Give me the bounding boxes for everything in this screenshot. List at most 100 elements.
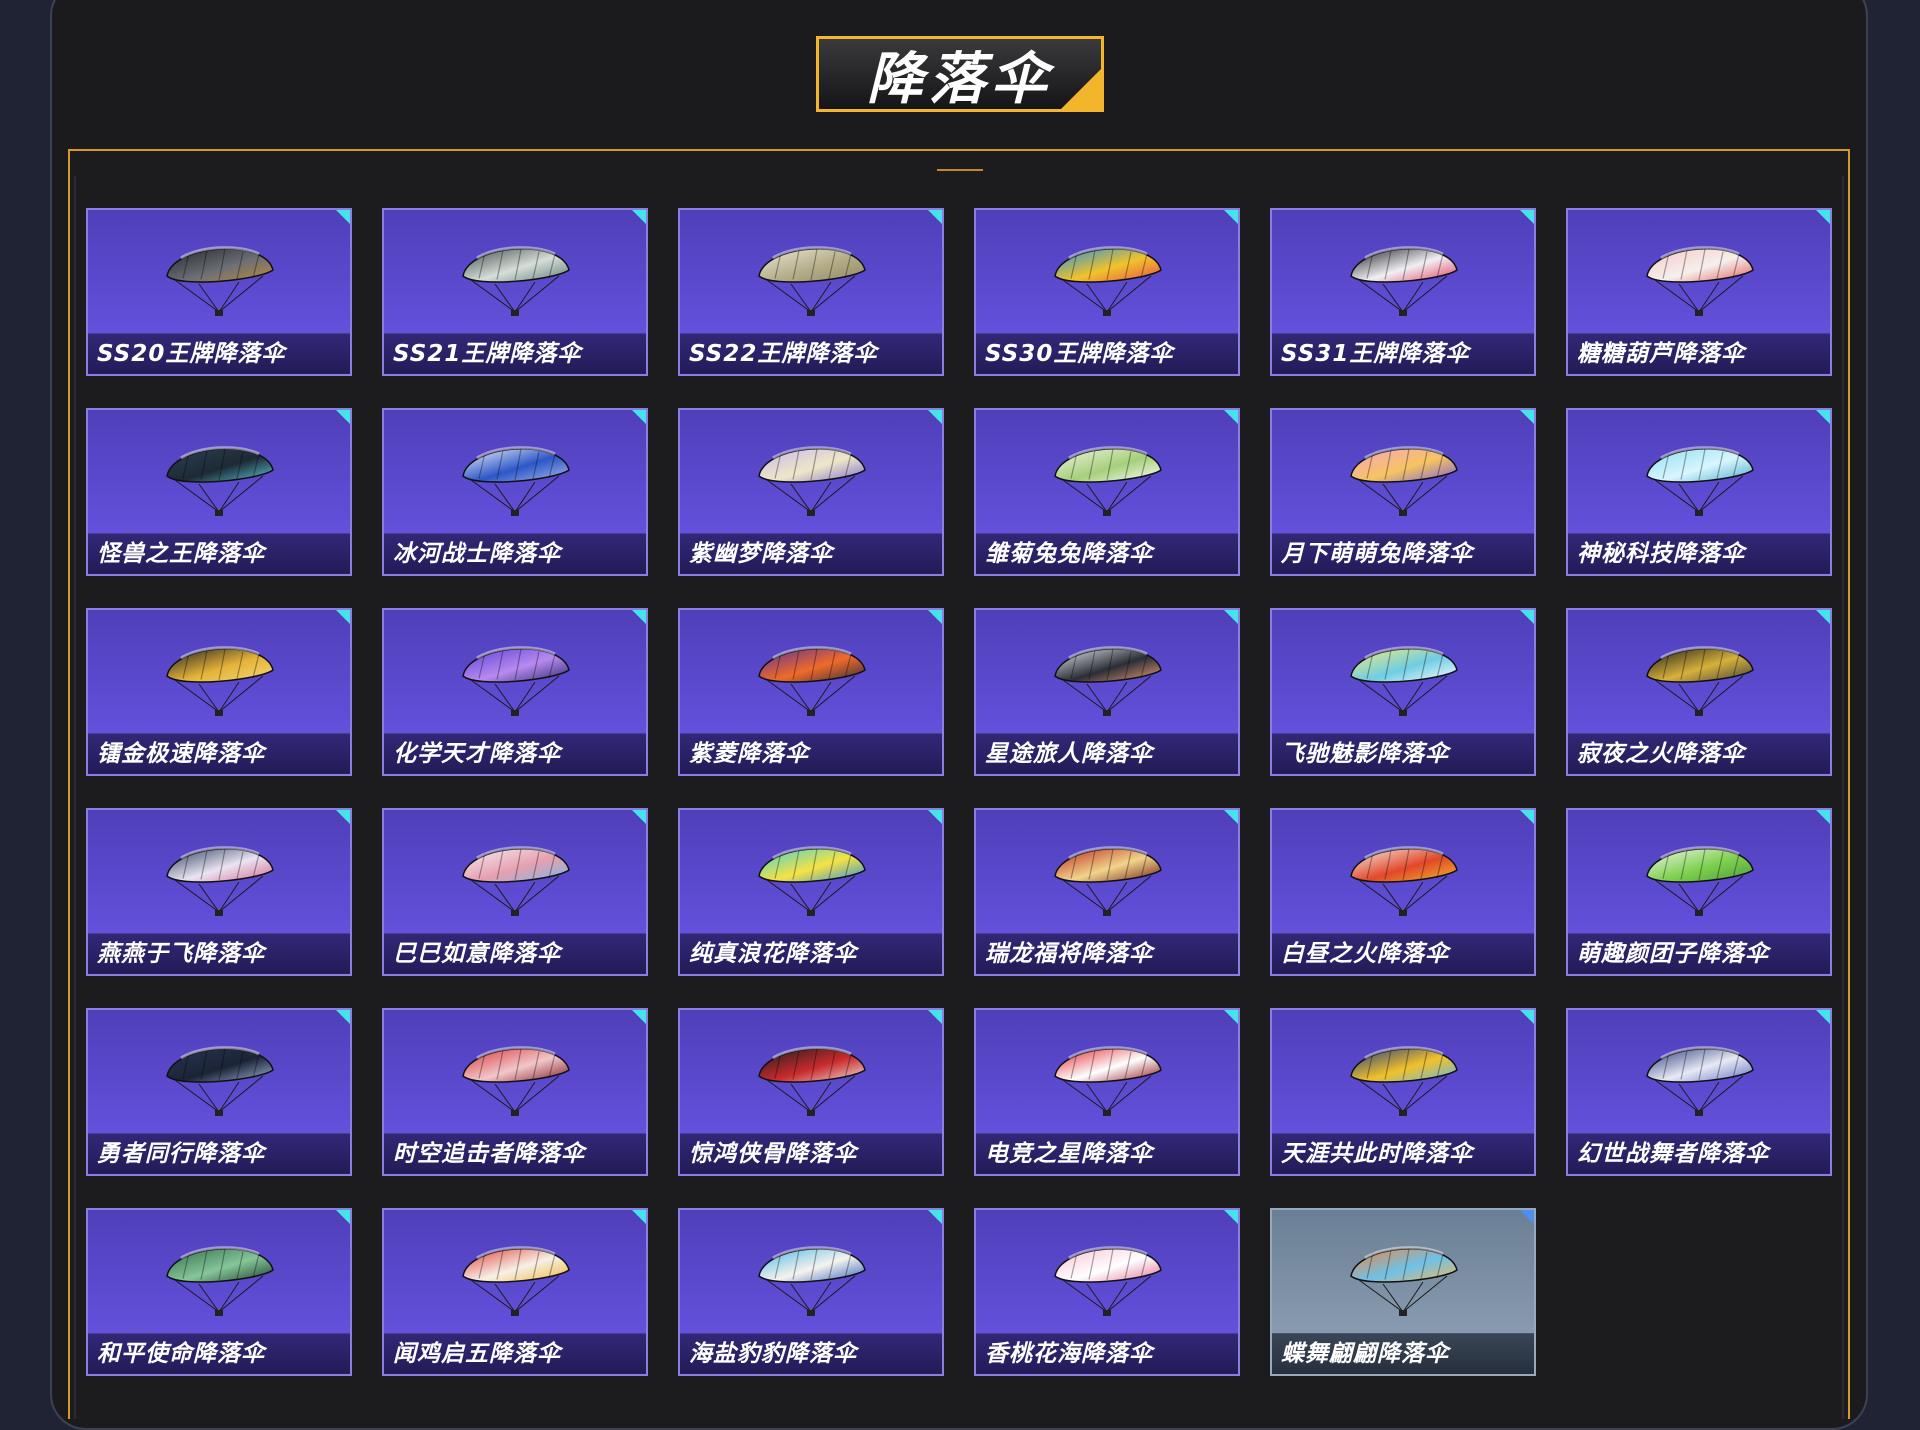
parachute-card[interactable]: 雏菊兔兔降落伞 (974, 408, 1240, 576)
parachute-card[interactable]: 天涯共此时降落伞 (1270, 1008, 1536, 1176)
parachute-icon (1054, 246, 1162, 316)
parachute-card[interactable]: 神秘科技降落伞 (1566, 408, 1832, 576)
parachute-card[interactable]: 化学天才降落伞 (382, 608, 648, 776)
rarity-corner-icon (630, 610, 646, 626)
parachute-card[interactable]: 镭金极速降落伞 (86, 608, 352, 776)
parachute-card[interactable]: 闻鸡启五降落伞 (382, 1208, 648, 1376)
item-name: 时空追击者降落伞 (393, 1141, 585, 1167)
parachute-card[interactable]: 巳巳如意降落伞 (382, 808, 648, 976)
parachute-card[interactable]: 糖糖葫芦降落伞 (1566, 208, 1832, 376)
label-underline (678, 1174, 850, 1176)
item-name: 蝶舞翩翩降落伞 (1281, 1341, 1449, 1367)
parachute-icon (1646, 446, 1754, 516)
item-name: SS30王牌降落伞 (985, 341, 1174, 367)
item-label-bar: 月下萌萌兔降落伞 (1272, 533, 1534, 574)
parachute-icon (1350, 1246, 1458, 1316)
item-label-bar: 时空追击者降落伞 (384, 1133, 646, 1174)
parachute-card[interactable]: SS21王牌降落伞 (382, 208, 648, 376)
item-name: 化学天才降落伞 (393, 741, 561, 767)
parachute-card[interactable]: SS20王牌降落伞 (86, 208, 352, 376)
parachute-icon (1054, 446, 1162, 516)
parachute-icon (758, 1246, 866, 1316)
parachute-card[interactable]: SS31王牌降落伞 (1270, 208, 1536, 376)
label-underline (678, 574, 850, 576)
parachute-card[interactable]: 电竞之星降落伞 (974, 1008, 1240, 1176)
rarity-corner-icon (630, 810, 646, 826)
parachute-card[interactable]: SS22王牌降落伞 (678, 208, 944, 376)
title-corner-accent (1059, 67, 1101, 109)
item-label-bar: 海盐豹豹降落伞 (680, 1333, 942, 1374)
label-underline (1566, 574, 1738, 576)
parachute-card[interactable]: 勇者同行降落伞 (86, 1008, 352, 1176)
parachute-card[interactable]: 冰河战士降落伞 (382, 408, 648, 576)
parachute-card[interactable]: 寂夜之火降落伞 (1566, 608, 1832, 776)
item-label-bar: 和平使命降落伞 (88, 1333, 350, 1374)
label-underline (974, 574, 1146, 576)
item-name: 萌趣颜团子降落伞 (1577, 941, 1769, 967)
item-label-bar: 幻世战舞者降落伞 (1568, 1133, 1830, 1174)
item-name: 燕燕于飞降落伞 (97, 941, 265, 967)
label-underline (86, 1174, 258, 1176)
rarity-corner-icon (1814, 410, 1830, 426)
item-label-bar: 蝶舞翩翩降落伞 (1272, 1333, 1534, 1374)
parachute-card[interactable]: 惊鸿侠骨降落伞 (678, 1008, 944, 1176)
parachute-icon (1350, 846, 1458, 916)
parachute-card[interactable]: 幻世战舞者降落伞 (1566, 1008, 1832, 1176)
parachute-card[interactable]: 香桃花海降落伞 (974, 1208, 1240, 1376)
panel-notch-accent (937, 169, 983, 171)
item-name: 镭金极速降落伞 (97, 741, 265, 767)
parachute-card[interactable]: 时空追击者降落伞 (382, 1008, 648, 1176)
parachute-icon (1350, 646, 1458, 716)
parachute-card[interactable]: 白昼之火降落伞 (1270, 808, 1536, 976)
parachute-icon (1054, 646, 1162, 716)
parachute-icon (462, 846, 570, 916)
item-name: 飞驰魅影降落伞 (1281, 741, 1449, 767)
item-label-bar: 怪兽之王降落伞 (88, 533, 350, 574)
label-underline (382, 1174, 554, 1176)
parachute-card[interactable]: 紫菱降落伞 (678, 608, 944, 776)
parachute-card[interactable]: 怪兽之王降落伞 (86, 408, 352, 576)
section-title-plate: 降落伞 (816, 36, 1104, 112)
parachute-card[interactable]: 飞驰魅影降落伞 (1270, 608, 1536, 776)
item-label-bar: 镭金极速降落伞 (88, 733, 350, 774)
label-underline (974, 974, 1146, 976)
parachute-card[interactable]: 燕燕于飞降落伞 (86, 808, 352, 976)
parachute-card[interactable]: 纯真浪花降落伞 (678, 808, 944, 976)
parachute-card[interactable]: SS30王牌降落伞 (974, 208, 1240, 376)
label-underline (86, 574, 258, 576)
label-underline (86, 974, 258, 976)
item-label-bar: 紫菱降落伞 (680, 733, 942, 774)
parachute-icon (1350, 446, 1458, 516)
item-name: SS22王牌降落伞 (689, 341, 878, 367)
parachute-card[interactable]: 和平使命降落伞 (86, 1208, 352, 1376)
rarity-corner-icon (334, 1010, 350, 1026)
parachute-card[interactable]: 星途旅人降落伞 (974, 608, 1240, 776)
parachute-card[interactable]: 萌趣颜团子降落伞 (1566, 808, 1832, 976)
item-label-bar: 燕燕于飞降落伞 (88, 933, 350, 974)
label-underline (678, 974, 850, 976)
parachute-icon (462, 1246, 570, 1316)
parachute-card[interactable]: 海盐豹豹降落伞 (678, 1208, 944, 1376)
item-name: 惊鸿侠骨降落伞 (689, 1141, 857, 1167)
rarity-corner-icon (1222, 210, 1238, 226)
label-underline (974, 1174, 1146, 1176)
item-name: 怪兽之王降落伞 (97, 541, 265, 567)
item-label-bar: 白昼之火降落伞 (1272, 933, 1534, 974)
rarity-corner-icon (926, 610, 942, 626)
parachute-icon (462, 1046, 570, 1116)
parachute-icon (1350, 1046, 1458, 1116)
parachute-icon (758, 246, 866, 316)
label-underline (678, 1374, 850, 1376)
item-name: 星途旅人降落伞 (985, 741, 1153, 767)
parachute-icon (1054, 1046, 1162, 1116)
item-name: 冰河战士降落伞 (393, 541, 561, 567)
parachute-card[interactable]: 紫幽梦降落伞 (678, 408, 944, 576)
parachute-card[interactable]: 月下萌萌兔降落伞 (1270, 408, 1536, 576)
item-label-bar: 飞驰魅影降落伞 (1272, 733, 1534, 774)
label-underline (1270, 374, 1442, 376)
parachute-icon (462, 646, 570, 716)
parachute-icon (166, 246, 274, 316)
item-name: 纯真浪花降落伞 (689, 941, 857, 967)
parachute-card[interactable]: 瑞龙福将降落伞 (974, 808, 1240, 976)
parachute-card[interactable]: 蝶舞翩翩降落伞 (1270, 1208, 1536, 1376)
